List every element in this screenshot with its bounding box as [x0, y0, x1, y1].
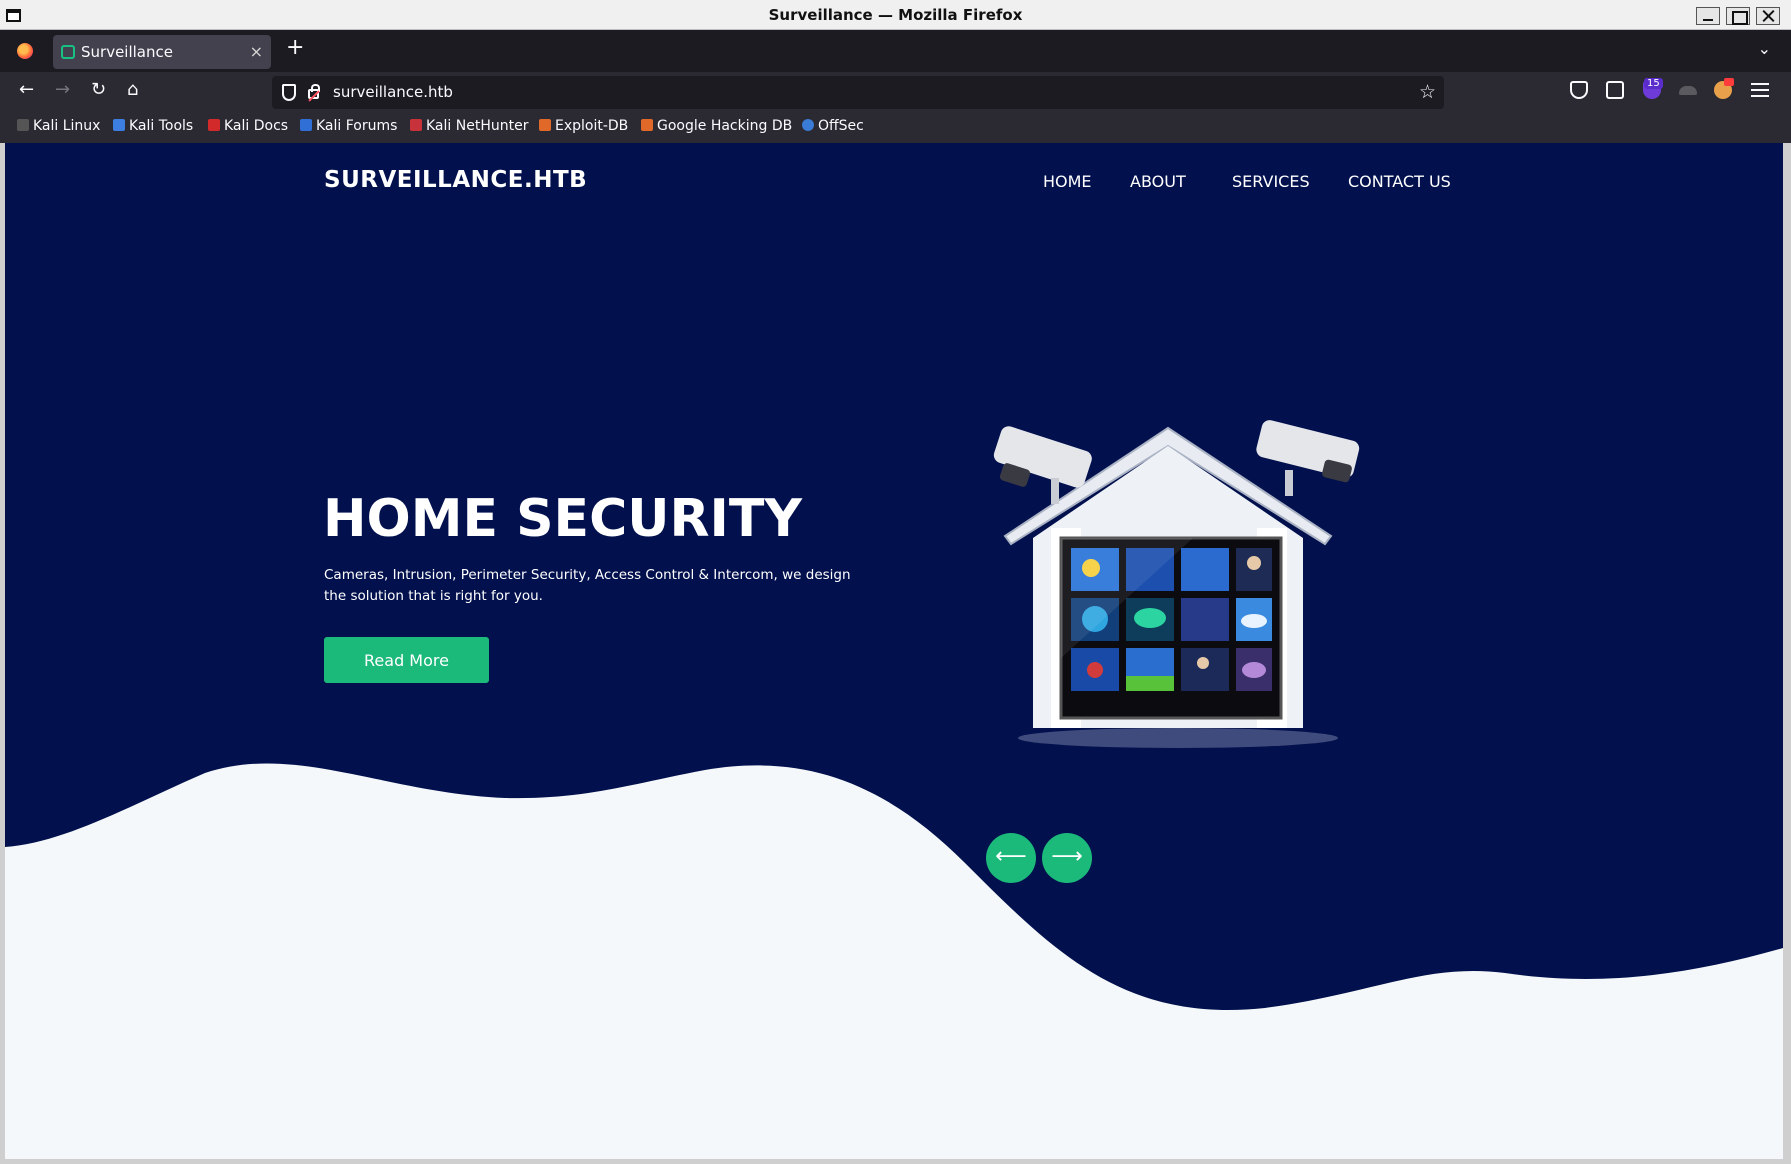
bookmark-offsec[interactable]: OffSec [802, 118, 864, 134]
url-bar[interactable]: surveillance.htb ☆ [272, 76, 1444, 109]
bookmark-kali-nethunter[interactable]: Kali NetHunter [410, 118, 528, 134]
site-favicon-icon [61, 45, 75, 59]
kali-dragon-icon [17, 119, 29, 131]
read-more-button[interactable]: Read More [324, 637, 489, 683]
kali-docs-icon [208, 119, 220, 131]
site-brand[interactable]: SURVEILLANCE.HTB [324, 167, 587, 193]
bookmark-kali-docs[interactable]: Kali Docs [208, 118, 288, 134]
bookmark-kali-linux[interactable]: Kali Linux [17, 118, 100, 134]
bookmark-kali-tools[interactable]: Kali Tools [113, 118, 193, 134]
firefox-view-icon[interactable] [17, 43, 33, 59]
bookmark-exploit-db[interactable]: Exploit-DB [539, 118, 628, 134]
insecure-lock-icon[interactable] [308, 84, 320, 99]
reload-icon[interactable]: ↻ [91, 81, 106, 99]
nav-home[interactable]: HOME [1043, 172, 1092, 191]
back-icon[interactable]: ← [19, 81, 34, 99]
maximize-button[interactable] [1726, 7, 1750, 25]
ghdb-icon [641, 119, 653, 131]
exploit-db-icon [539, 119, 551, 131]
tab-title: Surveillance [81, 43, 173, 61]
pocket-icon[interactable] [1570, 81, 1588, 99]
extensions-icon[interactable] [1606, 81, 1624, 99]
nav-services[interactable]: SERVICES [1232, 172, 1310, 191]
home-icon[interactable]: ⌂ [127, 81, 138, 99]
nav-contact-us[interactable]: CONTACT US [1348, 172, 1451, 191]
hero-wave-shape [5, 763, 1783, 1159]
minimize-button[interactable] [1696, 7, 1720, 25]
extension-hat-icon[interactable] [1679, 86, 1697, 95]
tab-surveillance[interactable]: Surveillance × [53, 35, 271, 69]
offsec-icon [802, 119, 814, 131]
home-security-illustration [993, 420, 1360, 748]
url-text[interactable]: surveillance.htb [333, 83, 453, 101]
cookie-badge-icon [1724, 78, 1734, 86]
tab-close-icon[interactable]: × [250, 42, 263, 61]
nethunter-icon [410, 119, 422, 131]
ublock-count-badge: 15 [1644, 78, 1663, 89]
window-titlebar: Surveillance — Mozilla Firefox [0, 0, 1791, 30]
forward-icon[interactable]: → [55, 81, 70, 99]
slider-prev-button[interactable]: ⟵ [986, 833, 1036, 883]
tracking-protection-icon[interactable] [282, 84, 296, 101]
new-tab-button[interactable]: + [286, 37, 304, 59]
kali-tools-icon [113, 119, 125, 131]
hamburger-menu-icon[interactable] [1751, 83, 1769, 97]
kali-forums-icon [300, 119, 312, 131]
nav-about[interactable]: ABOUT [1130, 172, 1186, 191]
hero-description: Cameras, Intrusion, Perimeter Security, … [324, 567, 851, 604]
bookmark-kali-forums[interactable]: Kali Forums [300, 118, 397, 134]
list-all-tabs-icon[interactable]: ⌄ [1758, 39, 1771, 58]
bookmark-star-icon[interactable]: ☆ [1419, 81, 1436, 103]
close-window-button[interactable] [1756, 7, 1780, 25]
page-viewport: SURVEILLANCE.HTB HOME ABOUT SERVICES CON… [5, 143, 1783, 1159]
tab-strip: Surveillance × + ⌄ [0, 30, 1791, 72]
bookmarks-toolbar: Kali Linux Kali Tools Kali Docs Kali For… [0, 114, 1791, 143]
window-bottom-border [0, 1159, 1791, 1164]
slider-next-button[interactable]: ⟶ [1042, 833, 1092, 883]
navigation-toolbar: ← → ↻ ⌂ surveillance.htb ☆ [0, 72, 1791, 114]
hero-title: HOME SECURITY [323, 489, 802, 549]
window-title: Surveillance — Mozilla Firefox [768, 6, 1023, 24]
bookmark-google-hacking-db[interactable]: Google Hacking DB [641, 118, 792, 134]
